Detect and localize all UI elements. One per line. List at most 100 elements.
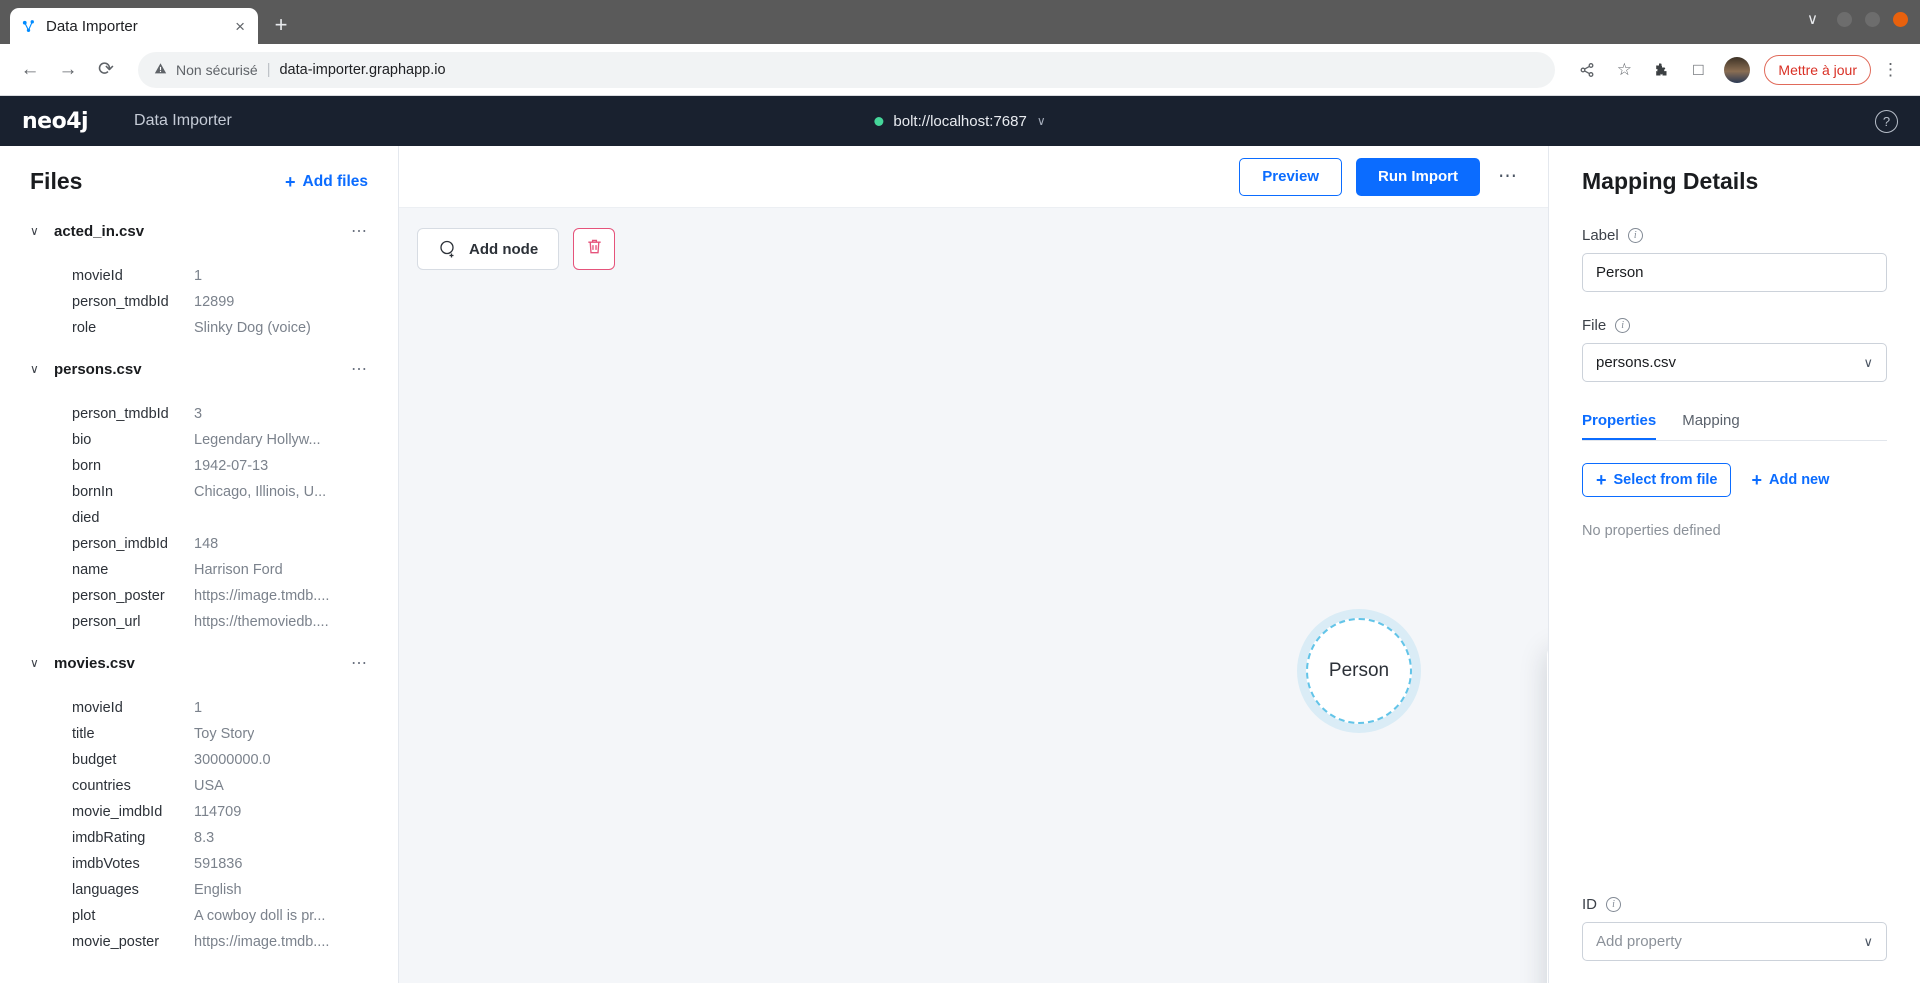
add-files-button[interactable]: + Add files: [285, 173, 368, 191]
file-menu-icon[interactable]: ⋯: [351, 359, 368, 379]
field-value: https://image.tmdb....: [194, 934, 330, 950]
field-value: English: [194, 882, 242, 898]
file-field-row: movieId 1: [0, 695, 398, 721]
update-button[interactable]: Mettre à jour: [1764, 54, 1871, 85]
file-menu-icon[interactable]: ⋯: [351, 221, 368, 241]
graph-canvas[interactable]: Add node Person Select from file: [399, 208, 1548, 983]
info-icon[interactable]: i: [1615, 318, 1631, 333]
browser-menu-icon[interactable]: ⋮: [1876, 60, 1906, 80]
profile-avatar[interactable]: [1724, 56, 1751, 83]
add-new-label: Add new: [1768, 472, 1830, 488]
file-field-row: imdbRating 8.3: [0, 825, 398, 851]
graph-node-person[interactable]: Person: [1306, 618, 1412, 724]
canvas-area: Preview Run Import ⋯ Add node Person: [399, 146, 1548, 983]
field-key: imdbVotes: [72, 856, 140, 872]
field-value: A cowboy doll is pr...: [194, 908, 326, 924]
neo4j-logo: neo4j: [22, 108, 89, 134]
plus-icon: +: [285, 171, 296, 192]
field-key: movieId: [72, 268, 123, 284]
field-key: role: [72, 320, 97, 336]
reload-icon[interactable]: ⟳: [90, 54, 122, 86]
help-icon[interactable]: ?: [1875, 109, 1898, 133]
browser-tab[interactable]: Data Importer ×: [10, 8, 258, 44]
toolbar-actions: ☆ □ Mettre à jour ⋮: [1571, 54, 1906, 86]
field-value: Legendary Hollyw...: [194, 432, 321, 448]
file-group: ∨ movies.csv ⋯ movieId 1 title Toy Story budget…: [0, 645, 398, 965]
id-text: ID: [1582, 896, 1597, 913]
add-node-label: Add node: [469, 240, 539, 258]
info-icon[interactable]: i: [1627, 228, 1643, 243]
add-node-button[interactable]: Add node: [417, 228, 560, 270]
tab-properties[interactable]: Properties: [1582, 412, 1657, 440]
field-value: Toy Story: [194, 726, 255, 742]
chevron-down-icon: ∨: [1863, 354, 1873, 370]
id-field-label: ID i: [1582, 896, 1887, 913]
select-from-file-button[interactable]: + Select from file: [1582, 463, 1732, 497]
window-close-button[interactable]: [1893, 11, 1908, 27]
file-field-row: person_tmdbId 12899: [0, 289, 398, 315]
side-panel-icon[interactable]: □: [1682, 54, 1714, 86]
file-field-row: movie_poster https://image.tmdb....: [0, 929, 398, 955]
file-select-value: persons.csv: [1596, 354, 1677, 371]
extensions-puzzle-icon[interactable]: [1645, 54, 1677, 86]
chevron-down-icon[interactable]: ∨: [30, 362, 43, 376]
more-options-icon[interactable]: ⋯: [1494, 165, 1518, 188]
app-body: Files + Add files ∨ acted_in.csv ⋯ movieId 1…: [0, 146, 1920, 983]
file-field-row: bornIn Chicago, Illinois, U...: [0, 479, 398, 505]
chevron-down-icon[interactable]: ∨: [30, 656, 43, 670]
file-field-row: person_poster https://image.tmdb....: [0, 583, 398, 609]
file-group-header[interactable]: ∨ movies.csv ⋯: [0, 645, 398, 681]
connection-selector[interactable]: bolt://localhost:7687 ∨: [874, 113, 1046, 130]
browser-tab-strip: Data Importer × + ∨: [0, 0, 1920, 44]
field-key: person_tmdbId: [72, 406, 169, 422]
tab-mapping[interactable]: Mapping: [1682, 412, 1740, 440]
canvas-tools: Add node: [417, 228, 616, 270]
field-value: https://image.tmdb....: [194, 588, 330, 604]
add-node-icon: [438, 239, 458, 259]
field-key: person_url: [72, 614, 141, 630]
field-key: bio: [72, 432, 92, 448]
delete-button[interactable]: [573, 228, 616, 270]
window-minimize-button[interactable]: [1837, 11, 1852, 27]
field-key: person_imdbId: [72, 536, 168, 552]
file-field-row: role Slinky Dog (voice): [0, 315, 398, 341]
file-group-header[interactable]: ∨ acted_in.csv ⋯: [0, 213, 398, 249]
chevron-down-icon: ∨: [1863, 933, 1873, 949]
file-text: File: [1582, 317, 1607, 334]
share-icon[interactable]: [1571, 54, 1603, 86]
run-import-button[interactable]: Run Import: [1356, 157, 1480, 196]
back-icon[interactable]: ←: [14, 54, 46, 86]
file-group: ∨ persons.csv ⋯ person_tmdbId 3 bio Legendary …: [0, 351, 398, 645]
field-value: 12899: [194, 294, 235, 310]
field-value: 3: [194, 406, 203, 422]
file-menu-icon[interactable]: ⋯: [351, 653, 368, 673]
address-bar[interactable]: Non sécurisé | data-importer.graphapp.io: [138, 51, 1556, 88]
label-input[interactable]: Person: [1582, 253, 1887, 292]
field-key: movie_poster: [72, 934, 160, 950]
field-key: name: [72, 562, 109, 578]
close-tab-icon[interactable]: ×: [232, 18, 248, 35]
chevron-down-icon[interactable]: ∨: [30, 224, 43, 238]
file-select[interactable]: persons.csv ∨: [1582, 343, 1887, 382]
info-icon[interactable]: i: [1606, 897, 1621, 912]
field-value: 591836: [194, 856, 243, 872]
browser-toolbar: ← → ⟳ Non sécurisé | data-importer.graph…: [0, 44, 1920, 96]
preview-button[interactable]: Preview: [1239, 157, 1342, 196]
field-value: Slinky Dog (voice): [194, 320, 311, 336]
file-name: movies.csv: [54, 654, 135, 672]
forward-icon[interactable]: →: [52, 54, 84, 86]
label-field-label: Label i: [1582, 227, 1887, 244]
add-new-button[interactable]: + Add new: [1751, 471, 1829, 489]
window-maximize-button[interactable]: [1865, 11, 1880, 27]
field-value: 148: [194, 536, 219, 552]
plus-icon: +: [1596, 470, 1607, 490]
field-value: Harrison Ford: [194, 562, 283, 578]
security-label: Non sécurisé: [176, 61, 258, 78]
file-group-header[interactable]: ∨ persons.csv ⋯: [0, 351, 398, 387]
field-value: 114709: [194, 804, 242, 820]
id-select[interactable]: Add property ∨: [1582, 922, 1887, 961]
bookmark-star-icon[interactable]: ☆: [1608, 54, 1640, 86]
select-from-file-label: Select from file: [1613, 472, 1718, 488]
chevron-down-icon[interactable]: ∨: [1807, 10, 1818, 28]
new-tab-button[interactable]: +: [264, 8, 298, 42]
